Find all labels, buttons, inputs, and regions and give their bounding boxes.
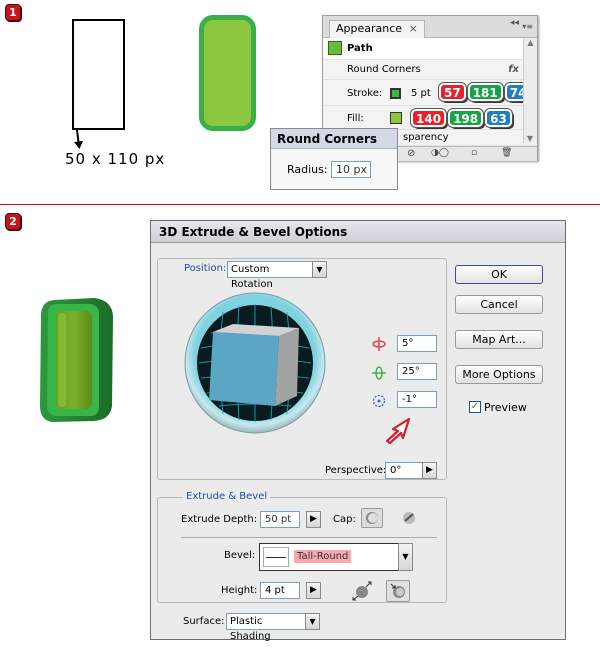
extrude-depth-input[interactable]: 50 pt bbox=[260, 511, 300, 528]
bevel-out-icon bbox=[352, 581, 372, 601]
fill-b-badge: 63 bbox=[485, 109, 512, 127]
appearance-tabbar: Appearance × ◂◂ ▾≡ bbox=[323, 16, 537, 38]
height-input[interactable]: 4 pt bbox=[260, 582, 300, 599]
preview-checkbox[interactable]: ✓ bbox=[469, 401, 481, 413]
stroke-r-badge: 57 bbox=[439, 83, 466, 101]
fill-rgb-badges: 140 198 63 bbox=[411, 109, 512, 127]
cap-off-icon bbox=[403, 512, 415, 524]
dimension-label: 50 x 110 px bbox=[65, 150, 166, 168]
fill-row[interactable]: Fill: 140 198 63 bbox=[323, 106, 537, 130]
more-options-button[interactable]: More Options bbox=[455, 365, 543, 384]
height-label: Height: bbox=[221, 585, 258, 596]
bevel-label: Bevel: bbox=[224, 550, 256, 561]
step-1-badge: 1 bbox=[5, 4, 21, 21]
cancel-button[interactable]: Cancel bbox=[455, 295, 543, 314]
perspective-label: Perspective: bbox=[325, 465, 387, 476]
dialog-title: 3D Extrude & Bevel Options bbox=[151, 221, 565, 243]
stroke-label: Stroke: bbox=[347, 88, 383, 99]
bevel-separator bbox=[181, 537, 437, 538]
duplicate-item-icon[interactable]: ▫ bbox=[471, 148, 477, 158]
extrude-bevel-dialog: 3D Extrude & Bevel Options Position: Cus… bbox=[150, 220, 566, 642]
cap-label: Cap: bbox=[333, 514, 356, 525]
bevel-preview bbox=[263, 547, 289, 567]
surface-dropdown-icon[interactable]: ▼ bbox=[305, 613, 320, 630]
bevel-select[interactable]: Tall-Round bbox=[259, 543, 399, 571]
cap-on-icon bbox=[366, 512, 378, 524]
extrude-bevel-group-label: Extrude & Bevel bbox=[183, 491, 271, 502]
round-corners-dialog: Round Corners Radius: 10 px bbox=[270, 128, 398, 190]
panel-collapse-icon[interactable]: ◂◂ bbox=[510, 18, 519, 28]
radius-label: Radius: bbox=[287, 163, 328, 176]
bevel-value: Tall-Round bbox=[294, 550, 352, 563]
reduce-basic-icon[interactable]: ◑◯ bbox=[431, 148, 449, 158]
close-icon[interactable]: × bbox=[409, 22, 418, 35]
z-axis-rotation-icon bbox=[372, 394, 386, 408]
surface-label: Surface: bbox=[183, 616, 225, 627]
stroke-swatch[interactable] bbox=[390, 88, 401, 99]
path-row[interactable]: Path bbox=[323, 38, 537, 60]
round-corners-label: Round Corners bbox=[347, 64, 421, 75]
highlight-arrow-icon bbox=[385, 417, 411, 445]
clear-appearance-icon[interactable]: ⊘ bbox=[407, 148, 415, 159]
appearance-scrollbar[interactable]: ▲ ▼ bbox=[523, 38, 537, 143]
path-swatch bbox=[328, 41, 342, 55]
fill-label: Fill: bbox=[347, 113, 364, 124]
section-divider bbox=[0, 204, 600, 205]
round-corners-body: Radius: 10 px bbox=[271, 149, 397, 189]
bevel-extent-in-button[interactable] bbox=[386, 580, 410, 602]
outlined-rectangle bbox=[72, 19, 125, 130]
cap-on-button[interactable] bbox=[361, 508, 383, 528]
bevel-extent-out-button[interactable] bbox=[351, 580, 373, 602]
stroke-row[interactable]: Stroke: 5 pt 57 181 74 bbox=[323, 80, 537, 106]
cap-off-button[interactable] bbox=[399, 508, 419, 528]
preview-label: Preview bbox=[484, 401, 527, 414]
height-slider-button[interactable]: ▶ bbox=[306, 582, 321, 599]
fill-swatch[interactable] bbox=[390, 112, 402, 124]
surface-select[interactable]: Plastic Shading bbox=[226, 613, 306, 642]
rotation-trackball[interactable] bbox=[183, 288, 327, 438]
rotation-y-input[interactable]: 25° bbox=[397, 363, 437, 380]
rounded-green-rectangle bbox=[199, 15, 256, 131]
appearance-tab-label: Appearance bbox=[336, 22, 403, 35]
extrude-depth-slider-button[interactable]: ▶ bbox=[306, 511, 321, 528]
position-label: Position: bbox=[181, 263, 230, 274]
round-corners-title: Round Corners bbox=[271, 129, 397, 149]
delete-item-icon[interactable]: 🗑 bbox=[501, 148, 512, 158]
perspective-input[interactable]: 0° bbox=[385, 462, 423, 479]
panel-menu-icon[interactable]: ▾≡ bbox=[522, 22, 533, 31]
extrude-depth-label: Extrude Depth: bbox=[181, 514, 258, 525]
ok-button[interactable]: OK bbox=[455, 265, 543, 284]
transparency-label: sparency bbox=[403, 132, 449, 143]
fx-icon[interactable]: fx bbox=[508, 60, 519, 79]
step-2-badge: 2 bbox=[5, 213, 21, 230]
stroke-g-badge: 181 bbox=[467, 83, 503, 101]
y-axis-rotation-icon bbox=[372, 366, 386, 380]
position-dropdown-icon[interactable]: ▼ bbox=[312, 261, 327, 278]
extruded-3d-shape bbox=[40, 298, 113, 422]
x-axis-rotation-icon bbox=[372, 337, 386, 351]
rotation-x-input[interactable]: 5° bbox=[397, 335, 437, 352]
map-art-button[interactable]: Map Art... bbox=[455, 330, 543, 349]
position-select[interactable]: Custom Rotation bbox=[227, 261, 313, 290]
fill-r-badge: 140 bbox=[411, 109, 447, 127]
stroke-weight: 5 pt bbox=[411, 88, 431, 99]
stroke-rgb-badges: 57 181 74 bbox=[439, 83, 532, 101]
bevel-in-icon bbox=[390, 583, 405, 598]
path-label: Path bbox=[347, 43, 373, 54]
perspective-slider-button[interactable]: ▶ bbox=[422, 462, 437, 479]
bevel-dropdown-icon[interactable]: ▼ bbox=[398, 543, 413, 571]
round-corners-row[interactable]: Round Corners fx bbox=[323, 60, 537, 80]
rotation-z-input[interactable]: -1° bbox=[397, 391, 437, 408]
appearance-tab[interactable]: Appearance × bbox=[329, 20, 425, 38]
radius-input[interactable]: 10 px bbox=[331, 161, 371, 178]
fill-g-badge: 198 bbox=[448, 109, 484, 127]
